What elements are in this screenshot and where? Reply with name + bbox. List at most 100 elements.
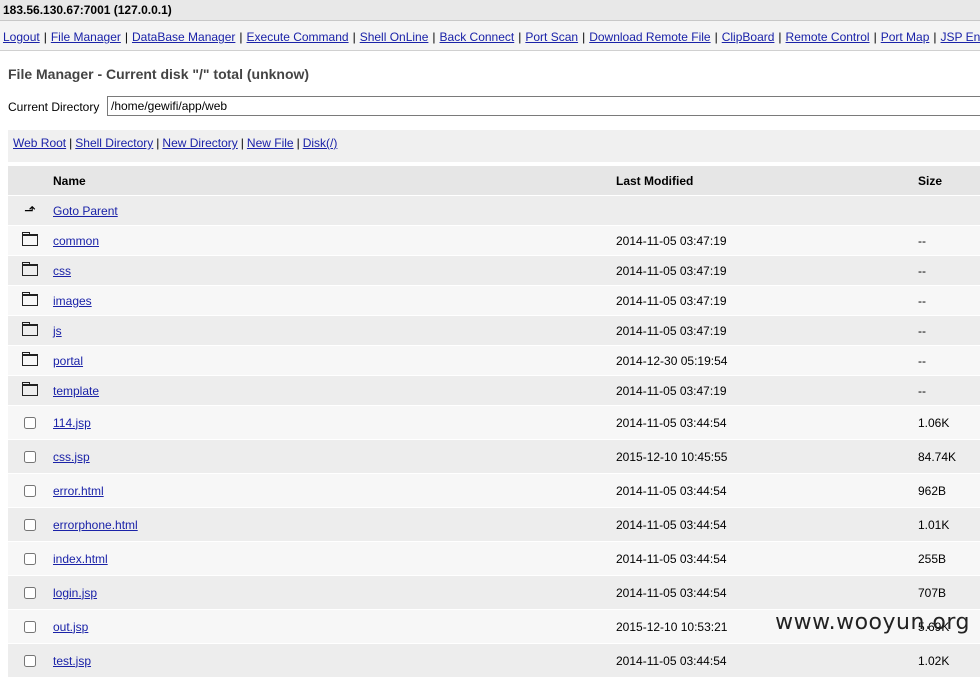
file-link[interactable]: out.jsp: [53, 620, 88, 634]
table-row: portal 2014-12-30 05:19:54 --: [8, 345, 980, 376]
row-name-cell: error.html: [52, 473, 615, 508]
row-name-cell: js: [52, 315, 615, 346]
row-modified-cell: 2014-11-05 03:44:54: [615, 405, 917, 440]
directory-link[interactable]: template: [53, 384, 99, 398]
file-select-checkbox[interactable]: [24, 621, 36, 634]
row-name-cell: common: [52, 225, 615, 256]
row-name-cell: css: [52, 255, 615, 286]
quick-link-new-file[interactable]: New File: [247, 136, 294, 150]
row-name-cell: 114.jsp: [52, 405, 615, 440]
menu-separator: |: [432, 30, 436, 44]
menu-separator: |: [933, 30, 937, 44]
menu-link-remote-control[interactable]: Remote Control: [786, 30, 870, 44]
row-icon-cell: [8, 345, 52, 376]
goto-parent-link[interactable]: Goto Parent: [53, 204, 118, 218]
table-row: common 2014-11-05 03:47:19 --: [8, 225, 980, 256]
file-link[interactable]: error.html: [53, 484, 104, 498]
row-name-cell: test.jsp: [52, 643, 615, 678]
row-modified-cell: 2014-11-05 03:44:54: [615, 541, 917, 576]
row-name-cell: errorphone.html: [52, 507, 615, 542]
menu-separator: |: [43, 30, 47, 44]
row-size-cell: 1.01K: [917, 507, 980, 542]
menu-link-port-map[interactable]: Port Map: [881, 30, 930, 44]
table-row: images 2014-11-05 03:47:19 --: [8, 285, 980, 316]
menu-link-clipboard[interactable]: ClipBoard: [722, 30, 775, 44]
current-directory-row: Current Directory: [8, 96, 980, 120]
menu-separator: |: [873, 30, 877, 44]
menu-separator: |: [778, 30, 782, 44]
menu-link-database-manager[interactable]: DataBase Manager: [132, 30, 235, 44]
table-header-row: Name Last Modified Size: [8, 166, 980, 196]
row-icon-cell: [8, 405, 52, 440]
row-size-cell: 255B: [917, 541, 980, 576]
directory-link[interactable]: images: [53, 294, 92, 308]
row-size-cell: 707B: [917, 575, 980, 610]
quick-link-new-directory[interactable]: New Directory: [162, 136, 237, 150]
row-size-cell: 962B: [917, 473, 980, 508]
row-size-cell: --: [917, 315, 980, 346]
row-name-cell: login.jsp: [52, 575, 615, 610]
quick-link-disk[interactable]: Disk(/): [303, 136, 338, 150]
quick-link-shell-directory[interactable]: Shell Directory: [75, 136, 153, 150]
directory-link[interactable]: css: [53, 264, 71, 278]
header-icon-cell: [8, 166, 52, 196]
row-size-cell: --: [917, 375, 980, 406]
menu-link-port-scan[interactable]: Port Scan: [525, 30, 578, 44]
goto-parent-row: ⬏ Goto Parent: [8, 195, 980, 226]
up-arrow-icon: ⬏: [24, 202, 36, 218]
parent-cell-size: [917, 195, 980, 226]
file-select-checkbox[interactable]: [24, 485, 36, 498]
file-link[interactable]: 114.jsp: [53, 416, 91, 430]
table-row: error.html 2014-11-05 03:44:54 962B: [8, 473, 980, 508]
menu-link-logout[interactable]: Logout: [3, 30, 40, 44]
table-row: template 2014-11-05 03:47:19 --: [8, 375, 980, 406]
table-row: css.jsp 2015-12-10 10:45:55 84.74K: [8, 439, 980, 474]
menu-link-back-connect[interactable]: Back Connect: [440, 30, 515, 44]
table-row: index.html 2014-11-05 03:44:54 255B: [8, 541, 980, 576]
row-name-cell: images: [52, 285, 615, 316]
directory-link[interactable]: portal: [53, 354, 83, 368]
watermark: www.wooyun.org: [775, 610, 970, 635]
row-modified-cell: 2014-11-05 03:44:54: [615, 575, 917, 610]
file-select-checkbox[interactable]: [24, 519, 36, 532]
header-name: Name: [52, 166, 615, 196]
row-size-cell: --: [917, 255, 980, 286]
row-icon-cell: [8, 541, 52, 576]
menu-separator: |: [518, 30, 522, 44]
menu-link-shell-online[interactable]: Shell OnLine: [360, 30, 429, 44]
table-row: 114.jsp 2014-11-05 03:44:54 1.06K: [8, 405, 980, 440]
file-link[interactable]: errorphone.html: [53, 518, 138, 532]
menu-link-download-remote-file[interactable]: Download Remote File: [589, 30, 710, 44]
quick-link-web-root[interactable]: Web Root: [13, 136, 66, 150]
current-directory-label: Current Directory: [8, 100, 100, 114]
row-icon-cell: [8, 473, 52, 508]
row-modified-cell: 2014-11-05 03:44:54: [615, 507, 917, 542]
row-modified-cell: 2015-12-10 10:45:55: [615, 439, 917, 474]
folder-icon: [22, 322, 38, 336]
menu-link-execute-command[interactable]: Execute Command: [247, 30, 349, 44]
row-icon-cell: [8, 575, 52, 610]
menu-link-jsp-env[interactable]: JSP Env: [941, 30, 980, 44]
file-link[interactable]: css.jsp: [53, 450, 90, 464]
file-link[interactable]: test.jsp: [53, 654, 91, 668]
menu-separator: |: [124, 30, 128, 44]
row-icon-cell: [8, 439, 52, 474]
table-row: js 2014-11-05 03:47:19 --: [8, 315, 980, 346]
file-select-checkbox[interactable]: [24, 655, 36, 668]
file-select-checkbox[interactable]: [24, 417, 36, 430]
current-directory-input[interactable]: [107, 96, 980, 116]
file-select-checkbox[interactable]: [24, 553, 36, 566]
page-title: File Manager - Current disk "/" total (u…: [8, 66, 310, 82]
row-icon-cell: [8, 315, 52, 346]
row-name-cell: out.jsp: [52, 609, 615, 644]
menu-link-file-manager[interactable]: File Manager: [51, 30, 121, 44]
host-bar: 183.56.130.67:7001 (127.0.0.1): [0, 0, 980, 21]
file-link[interactable]: index.html: [53, 552, 108, 566]
directory-link[interactable]: js: [53, 324, 62, 338]
file-select-checkbox[interactable]: [24, 587, 36, 600]
menu-separator: |: [714, 30, 718, 44]
file-select-checkbox[interactable]: [24, 451, 36, 464]
file-link[interactable]: login.jsp: [53, 586, 97, 600]
directory-link[interactable]: common: [53, 234, 99, 248]
table-row: test.jsp 2014-11-05 03:44:54 1.02K: [8, 643, 980, 678]
